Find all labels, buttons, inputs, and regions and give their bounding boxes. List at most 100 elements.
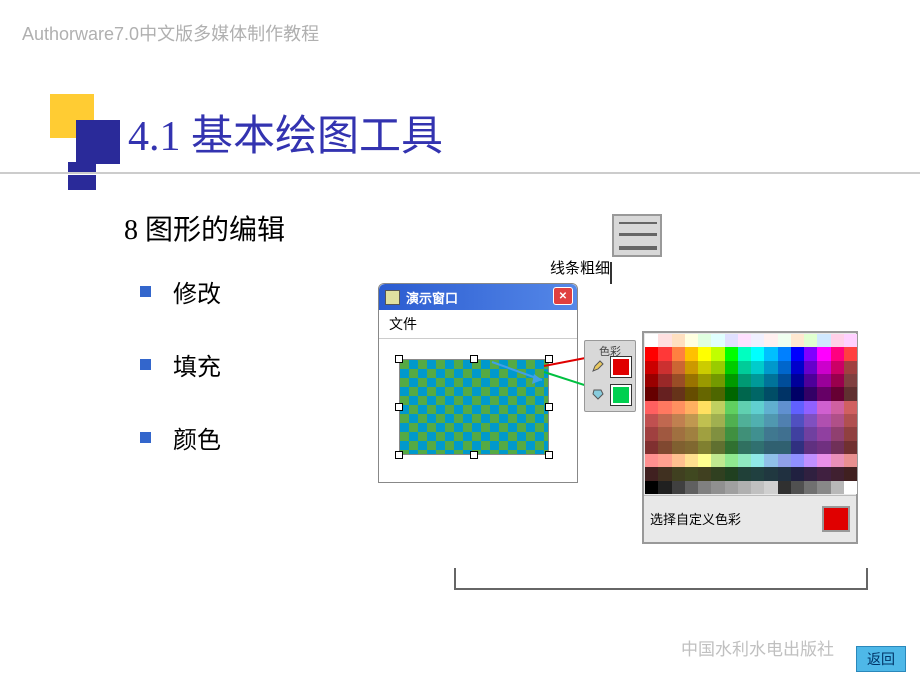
palette-cell[interactable] xyxy=(791,427,804,440)
palette-cell[interactable] xyxy=(658,334,671,347)
palette-cell[interactable] xyxy=(831,441,844,454)
palette-cell[interactable] xyxy=(685,387,698,400)
palette-cell[interactable] xyxy=(645,387,658,400)
palette-cell[interactable] xyxy=(738,401,751,414)
palette-cell[interactable] xyxy=(672,414,685,427)
palette-cell[interactable] xyxy=(685,481,698,494)
palette-cell[interactable] xyxy=(711,481,724,494)
palette-cell[interactable] xyxy=(764,334,777,347)
palette-cell[interactable] xyxy=(672,401,685,414)
palette-cell[interactable] xyxy=(791,334,804,347)
palette-cell[interactable] xyxy=(844,481,857,494)
palette-cell[interactable] xyxy=(672,454,685,467)
back-button[interactable]: 返回 xyxy=(856,646,906,672)
palette-cell[interactable] xyxy=(751,361,764,374)
palette-cell[interactable] xyxy=(711,427,724,440)
palette-cell[interactable] xyxy=(658,454,671,467)
palette-cell[interactable] xyxy=(751,427,764,440)
palette-cell[interactable] xyxy=(711,361,724,374)
palette-cell[interactable] xyxy=(698,361,711,374)
palette-cell[interactable] xyxy=(778,427,791,440)
palette-cell[interactable] xyxy=(725,441,738,454)
palette-cell[interactable] xyxy=(817,334,830,347)
palette-cell[interactable] xyxy=(791,414,804,427)
palette-cell[interactable] xyxy=(791,467,804,480)
palette-cell[interactable] xyxy=(831,454,844,467)
palette-cell[interactable] xyxy=(711,454,724,467)
palette-cell[interactable] xyxy=(804,481,817,494)
palette-cell[interactable] xyxy=(791,347,804,360)
palette-cell[interactable] xyxy=(672,387,685,400)
palette-cell[interactable] xyxy=(751,347,764,360)
palette-cell[interactable] xyxy=(844,441,857,454)
selected-rectangle[interactable] xyxy=(399,359,549,455)
palette-cell[interactable] xyxy=(804,441,817,454)
palette-cell[interactable] xyxy=(817,361,830,374)
resize-handle[interactable] xyxy=(470,451,478,459)
palette-cell[interactable] xyxy=(844,401,857,414)
palette-cell[interactable] xyxy=(804,374,817,387)
palette-cell[interactable] xyxy=(645,334,658,347)
palette-cell[interactable] xyxy=(791,374,804,387)
palette-cell[interactable] xyxy=(658,401,671,414)
palette-cell[interactable] xyxy=(778,401,791,414)
resize-handle[interactable] xyxy=(545,403,553,411)
palette-cell[interactable] xyxy=(698,467,711,480)
palette-cell[interactable] xyxy=(738,374,751,387)
palette-cell[interactable] xyxy=(711,334,724,347)
palette-cell[interactable] xyxy=(778,454,791,467)
palette-cell[interactable] xyxy=(725,401,738,414)
palette-cell[interactable] xyxy=(645,374,658,387)
palette-cell[interactable] xyxy=(658,467,671,480)
resize-handle[interactable] xyxy=(545,355,553,363)
palette-cell[interactable] xyxy=(672,374,685,387)
palette-cell[interactable] xyxy=(645,401,658,414)
palette-cell[interactable] xyxy=(844,467,857,480)
palette-cell[interactable] xyxy=(804,361,817,374)
palette-cell[interactable] xyxy=(698,401,711,414)
palette-cell[interactable] xyxy=(804,454,817,467)
palette-cell[interactable] xyxy=(645,441,658,454)
palette-cell[interactable] xyxy=(844,454,857,467)
palette-cell[interactable] xyxy=(831,414,844,427)
palette-cell[interactable] xyxy=(672,361,685,374)
palette-cell[interactable] xyxy=(645,481,658,494)
palette-cell[interactable] xyxy=(791,454,804,467)
palette-cell[interactable] xyxy=(817,347,830,360)
palette-cell[interactable] xyxy=(804,414,817,427)
palette-cell[interactable] xyxy=(645,467,658,480)
palette-cell[interactable] xyxy=(685,441,698,454)
palette-cell[interactable] xyxy=(817,441,830,454)
resize-handle[interactable] xyxy=(395,355,403,363)
palette-cell[interactable] xyxy=(817,467,830,480)
palette-cell[interactable] xyxy=(751,334,764,347)
palette-cell[interactable] xyxy=(751,401,764,414)
palette-cell[interactable] xyxy=(831,467,844,480)
palette-cell[interactable] xyxy=(725,361,738,374)
palette-cell[interactable] xyxy=(778,374,791,387)
palette-cell[interactable] xyxy=(791,401,804,414)
palette-cell[interactable] xyxy=(698,427,711,440)
palette-cell[interactable] xyxy=(685,374,698,387)
current-color-swatch[interactable] xyxy=(822,506,850,532)
palette-cell[interactable] xyxy=(725,334,738,347)
palette-cell[interactable] xyxy=(658,361,671,374)
palette-cell[interactable] xyxy=(738,441,751,454)
palette-cell[interactable] xyxy=(711,374,724,387)
palette-cell[interactable] xyxy=(778,414,791,427)
palette-cell[interactable] xyxy=(764,347,777,360)
palette-cell[interactable] xyxy=(725,481,738,494)
palette-cell[interactable] xyxy=(672,467,685,480)
palette-cell[interactable] xyxy=(685,454,698,467)
palette-cell[interactable] xyxy=(817,414,830,427)
palette-cell[interactable] xyxy=(725,427,738,440)
palette-cell[interactable] xyxy=(738,427,751,440)
palette-cell[interactable] xyxy=(831,334,844,347)
palette-cell[interactable] xyxy=(831,374,844,387)
palette-cell[interactable] xyxy=(844,361,857,374)
palette-cell[interactable] xyxy=(685,414,698,427)
palette-cell[interactable] xyxy=(685,427,698,440)
palette-cell[interactable] xyxy=(698,441,711,454)
palette-cell[interactable] xyxy=(817,374,830,387)
palette-cell[interactable] xyxy=(778,387,791,400)
